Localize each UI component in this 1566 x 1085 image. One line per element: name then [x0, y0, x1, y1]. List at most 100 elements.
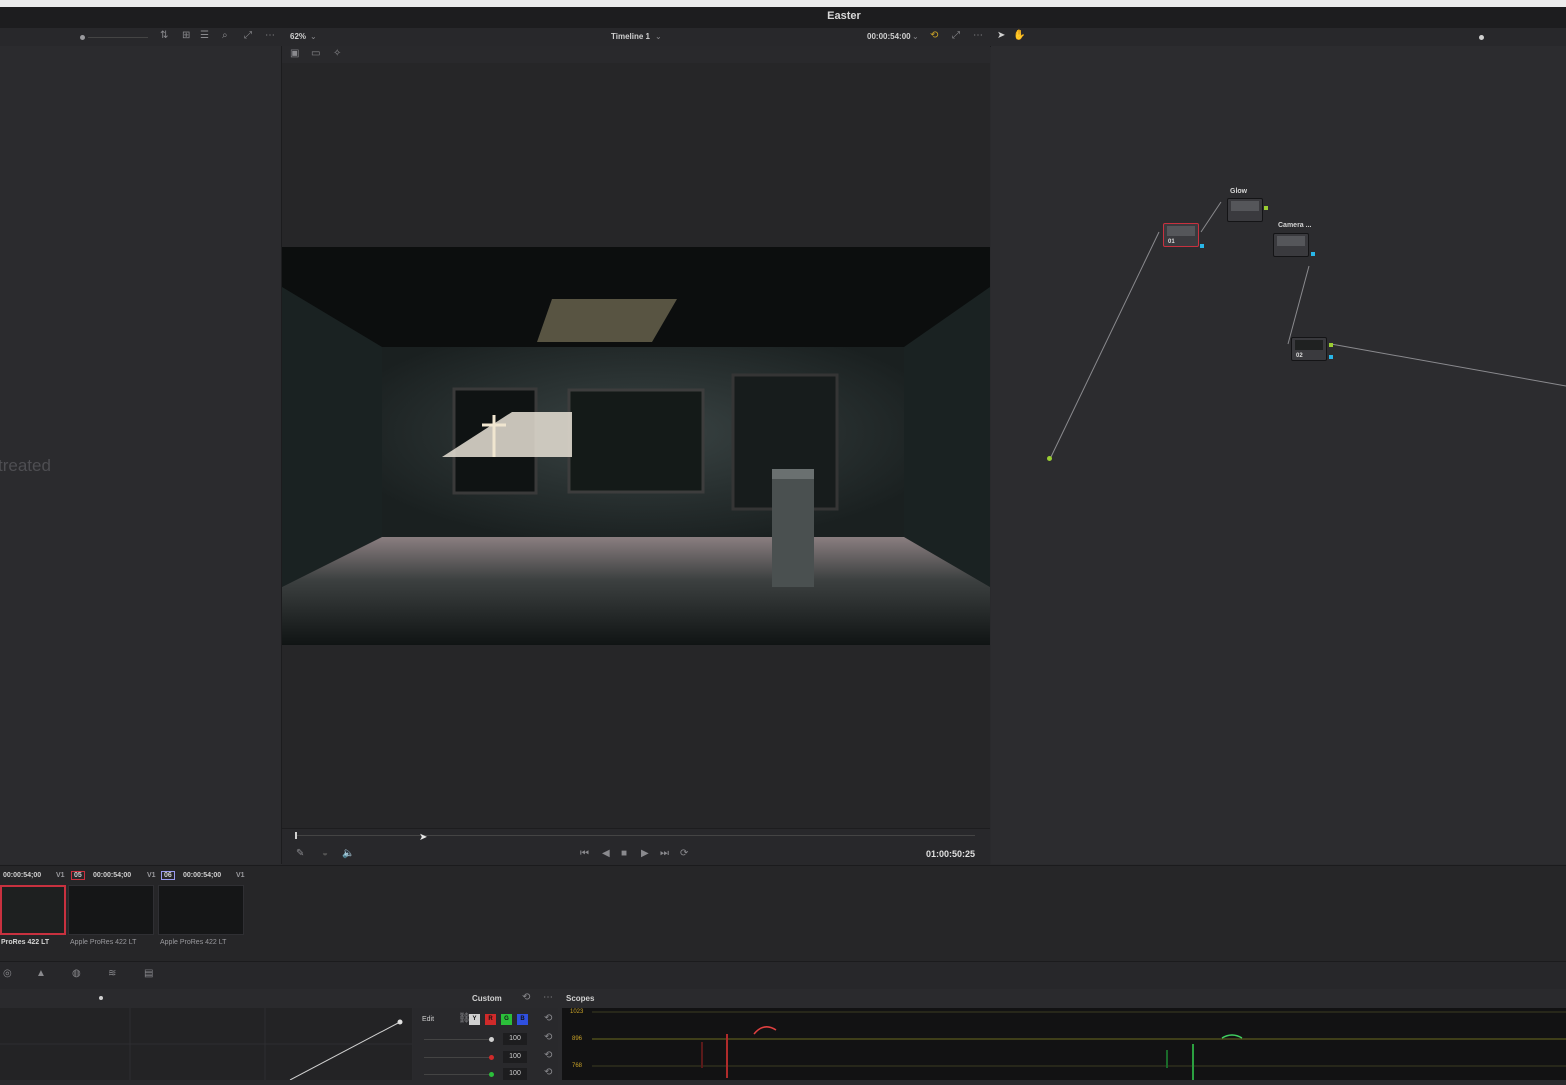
node-01[interactable]: 01 [1163, 223, 1199, 247]
scrubber-track[interactable] [295, 835, 975, 836]
node-label-glow: Glow [1230, 188, 1248, 195]
search-icon[interactable]: ⌕ [222, 30, 228, 41]
rgb-mixer-icon[interactable]: ◍ [72, 968, 81, 979]
motion-effects-icon[interactable]: ≋ [108, 968, 116, 979]
reset-icon[interactable]: ⟲ [544, 1032, 552, 1043]
node-thumbnail [1167, 226, 1195, 236]
reverse-play-icon[interactable]: ◀ [602, 848, 610, 859]
skip-to-end-icon[interactable]: ⏭ [660, 848, 669, 859]
node-output-dot[interactable] [1329, 355, 1333, 359]
toolbar [0, 28, 1566, 47]
sort-icon[interactable]: ⇅ [160, 30, 168, 41]
channel-b-button[interactable]: B [517, 1014, 528, 1025]
chevron-down-icon[interactable]: ⌄ [912, 32, 919, 41]
magic-wand-icon[interactable]: ✧ [333, 48, 341, 59]
node-output-dot[interactable] [1329, 343, 1333, 347]
zoom-level[interactable]: 62% [290, 32, 306, 41]
play-icon[interactable]: ▶ [641, 848, 649, 859]
chevron-down-icon[interactable]: ⌄ [655, 32, 662, 41]
single-view-icon[interactable]: ▣ [290, 48, 299, 59]
fullscreen-icon[interactable]: ⤢ [952, 30, 960, 41]
slider-handle[interactable] [80, 35, 85, 40]
more-options-icon[interactable]: ⋯ [973, 30, 983, 41]
node-output-dot[interactable] [1200, 244, 1204, 248]
clip-track: V1 [56, 872, 65, 879]
color-picker-icon[interactable]: ✎ [296, 848, 304, 859]
clip-thumbnail[interactable] [0, 885, 66, 935]
left-panel [0, 46, 282, 864]
viewer-subtoolbar [282, 46, 990, 63]
scope-tick: 896 [572, 1036, 583, 1042]
slider-track[interactable] [88, 37, 148, 38]
node-number: 01 [1168, 239, 1175, 245]
app-title: Easter [827, 10, 861, 22]
node-02[interactable]: 02 [1291, 337, 1327, 361]
viewer-frame[interactable] [282, 247, 990, 645]
reset-icon[interactable]: ⟲ [522, 992, 530, 1003]
raw-icon[interactable]: ▤ [144, 968, 153, 979]
node-label-camera: Camera ... [1278, 222, 1312, 229]
value-field[interactable]: 100 [503, 1051, 527, 1063]
channel-r-button[interactable]: R [485, 1014, 496, 1025]
more-options-icon[interactable]: ⋯ [543, 992, 553, 1003]
node-glow[interactable] [1227, 198, 1263, 222]
clip-track: V1 [147, 872, 156, 879]
scopes-display [562, 1008, 1566, 1080]
scope-tick: 768 [572, 1063, 583, 1069]
palette-bar [0, 961, 1566, 990]
color-wheels-icon[interactable]: ◎ [3, 968, 12, 979]
node-output-dot[interactable] [1264, 206, 1268, 210]
more-options-icon[interactable]: ⋯ [265, 30, 275, 41]
hand-tool-icon[interactable]: ✋ [1013, 30, 1025, 41]
value-field[interactable]: 100 [503, 1033, 527, 1045]
clip-codec: ProRes 422 LT [1, 939, 50, 946]
pointer-tool-icon[interactable]: ➤ [997, 30, 1005, 41]
left-panel-placeholder: treated [0, 456, 51, 475]
expand-icon[interactable]: ⤢ [244, 30, 252, 41]
list-view-icon[interactable]: ☰ [200, 30, 209, 41]
curve-line [0, 1008, 412, 1081]
slider-track[interactable] [424, 1074, 490, 1075]
stop-icon[interactable]: ■ [621, 848, 627, 859]
skip-to-start-icon[interactable]: ⏮ [580, 848, 589, 859]
node-camera[interactable] [1273, 233, 1309, 257]
clip-codec: Apple ProRes 422 LT [70, 939, 137, 946]
node-output-dot[interactable] [1311, 252, 1315, 256]
timeline-selector[interactable]: Timeline 1 [611, 32, 650, 41]
edit-label: Edit [422, 1016, 435, 1023]
node-thumbnail [1277, 236, 1305, 246]
slider-track[interactable] [424, 1057, 490, 1058]
playhead[interactable] [295, 832, 297, 839]
page-indicator[interactable] [99, 996, 103, 1000]
split-view-icon[interactable]: ▭ [311, 48, 320, 59]
mouse-cursor-icon: ➤ [419, 832, 428, 843]
value-field[interactable]: 100 [503, 1068, 527, 1080]
slider-handle-r[interactable] [489, 1055, 494, 1060]
reset-icon[interactable]: ⟲ [544, 1013, 552, 1024]
curves-mode-selector[interactable]: Custom [472, 994, 502, 1003]
channel-g-button[interactable]: G [501, 1014, 512, 1025]
clip-thumbnail[interactable] [158, 885, 244, 935]
status-dot [1479, 35, 1484, 40]
chevron-down-icon[interactable]: ⌄ [310, 32, 317, 41]
loop-icon[interactable]: ⟳ [680, 848, 688, 859]
clip-track: V1 [236, 872, 245, 879]
curves-graph[interactable] [0, 1008, 412, 1081]
timecode-display[interactable]: 00:00:54:00 [867, 32, 911, 41]
bypass-icon[interactable]: ⟲ [930, 30, 938, 41]
source-input-dot[interactable] [1047, 456, 1052, 461]
slider-track[interactable] [424, 1039, 490, 1040]
highlight-icon[interactable]: ◒ [322, 848, 328, 859]
grid-view-icon[interactable]: ⊞ [182, 30, 190, 41]
clip-index-badge: 06 [161, 871, 175, 880]
slider-handle-y[interactable] [489, 1037, 494, 1042]
reset-icon[interactable]: ⟲ [544, 1067, 552, 1078]
clip-thumbnail[interactable] [68, 885, 154, 935]
clip-timecode: 00:00:54;00 [183, 872, 222, 879]
node-thumbnail [1295, 340, 1323, 350]
reset-icon[interactable]: ⟲ [544, 1050, 552, 1061]
hdr-icon[interactable]: ▲ [36, 968, 46, 979]
channel-y-button[interactable]: Y [469, 1014, 480, 1025]
volume-icon[interactable]: 🔈 [342, 848, 354, 859]
slider-handle-g[interactable] [489, 1072, 494, 1077]
